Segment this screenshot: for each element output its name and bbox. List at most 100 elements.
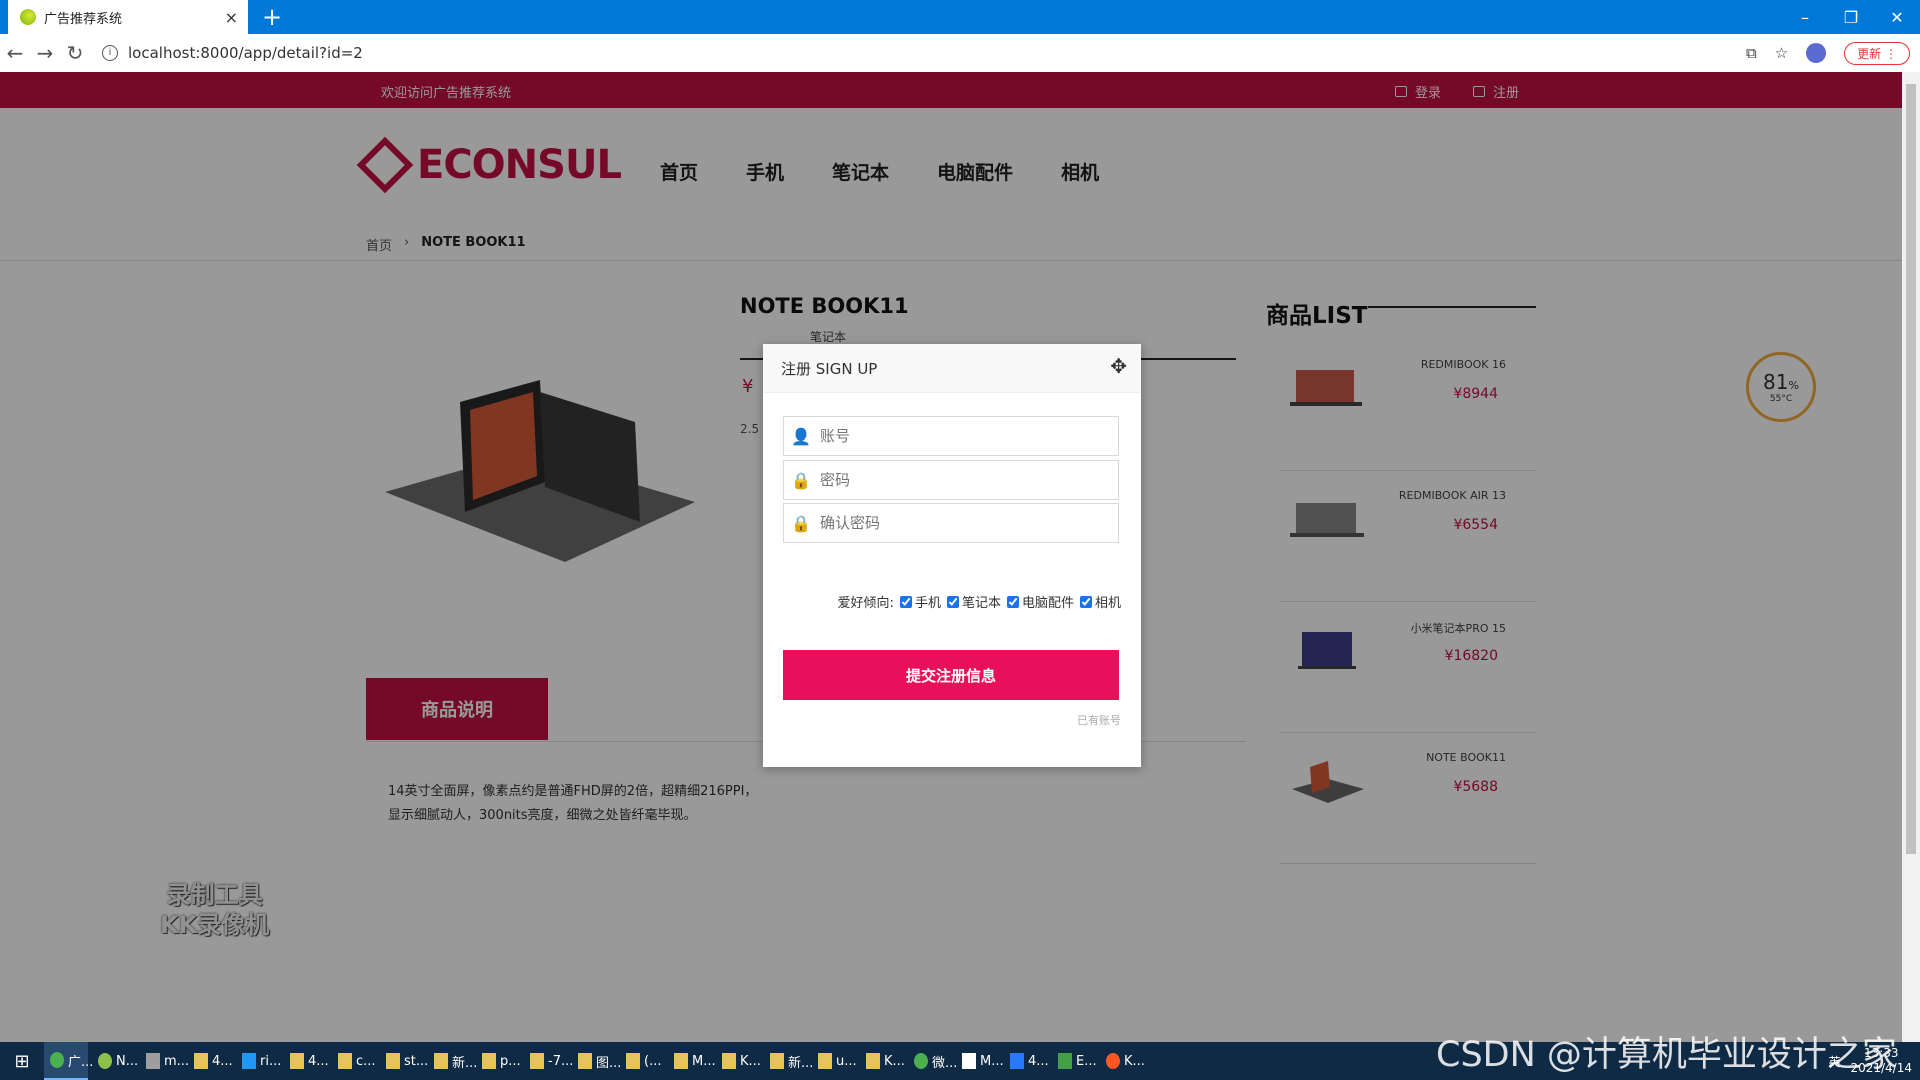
tab-close-icon[interactable]: × <box>225 8 238 27</box>
browser-titlebar: 广告推荐系统 × + – ❐ ✕ <box>0 0 1920 34</box>
confirm-password-field[interactable]: 🔒 <box>783 503 1119 543</box>
taskbar-item[interactable]: 新... <box>428 1042 477 1080</box>
taskbar-item[interactable]: N... <box>92 1042 139 1080</box>
excel-icon <box>1058 1053 1072 1069</box>
scrollbar-thumb[interactable] <box>1906 84 1916 854</box>
app-icon <box>146 1053 160 1069</box>
vscode-icon <box>1010 1053 1024 1069</box>
browser-tab[interactable]: 广告推荐系统 × <box>8 0 248 34</box>
prefs-label: 爱好倾向: <box>837 596 894 611</box>
taskbar-item[interactable]: 微... <box>908 1042 957 1080</box>
reload-icon[interactable]: ↻ <box>60 41 90 65</box>
folder-icon <box>722 1053 736 1069</box>
translate-icon[interactable]: ⧉ <box>1746 44 1757 62</box>
folder-icon <box>482 1053 496 1069</box>
chrome-icon <box>50 1052 64 1068</box>
taskbar-label: m... <box>164 1053 190 1069</box>
windows-start-icon[interactable]: ⊞ <box>0 1042 44 1080</box>
url-text[interactable]: localhost:8000/app/detail?id=2 <box>128 44 363 62</box>
taskbar-item[interactable]: c... <box>332 1042 376 1080</box>
taskbar-item[interactable]: ri... <box>236 1042 282 1080</box>
folder-icon <box>530 1053 544 1069</box>
page-scrollbar[interactable] <box>1902 72 1920 1042</box>
leaf-favicon-icon <box>20 9 36 25</box>
taskbar-item[interactable]: 4... <box>284 1042 329 1080</box>
move-icon[interactable]: ✥ <box>1110 354 1127 378</box>
taskbar-label: 4... <box>1028 1053 1049 1069</box>
forward-arrow-icon[interactable]: → <box>30 41 60 65</box>
pref-phone-checkbox[interactable] <box>899 595 912 608</box>
pref-accessories-checkbox[interactable] <box>1006 595 1019 608</box>
update-button[interactable]: 更新 ⋮ <box>1844 41 1910 65</box>
taskbar-item[interactable]: u... <box>812 1042 857 1080</box>
taskbar-label: K... <box>884 1053 905 1069</box>
preferences-group: 爱好倾向: 手机 笔记本 电脑配件 相机 <box>838 592 1121 611</box>
folder-icon <box>194 1053 208 1069</box>
taskbar-item[interactable]: 图... <box>572 1042 621 1080</box>
address-bar-actions: ⧉ ☆ 更新 ⋮ <box>1746 41 1910 65</box>
pref-phone-label: 手机 <box>914 596 941 611</box>
taskbar-label: 微... <box>932 1055 958 1071</box>
submit-signup-button[interactable]: 提交注册信息 <box>783 650 1119 700</box>
info-icon[interactable]: i <box>102 45 118 61</box>
url-field[interactable]: i localhost:8000/app/detail?id=2 <box>102 39 1746 67</box>
taskbar-label: c... <box>356 1053 376 1069</box>
have-account-link[interactable]: 已有账号 <box>1077 712 1121 728</box>
taskbar-item[interactable]: st... <box>380 1042 428 1080</box>
tab-title: 广告推荐系统 <box>44 11 123 27</box>
new-tab-button[interactable]: + <box>262 3 282 31</box>
folder-icon <box>434 1053 448 1069</box>
taskbar-label: K... <box>1124 1053 1145 1069</box>
confirm-password-input[interactable] <box>818 513 1118 533</box>
back-arrow-icon[interactable]: ← <box>0 41 30 65</box>
account-input[interactable] <box>818 426 1118 446</box>
signup-modal: 注册 SIGN UP ✥ 👤 🔒 🔒 爱好倾向: 手机 笔记本 电脑配件 相机 … <box>763 344 1141 767</box>
taskbar-item[interactable]: 4... <box>188 1042 233 1080</box>
taskbar-item[interactable]: M... <box>956 1042 1004 1080</box>
taskbar-label: 4... <box>212 1053 233 1069</box>
folder-icon <box>818 1053 832 1069</box>
modal-title: 注册 SIGN UP <box>781 359 878 378</box>
folder-icon <box>386 1053 400 1069</box>
taskbar-item[interactable]: E... <box>1052 1042 1097 1080</box>
taskbar-label: E... <box>1076 1053 1097 1069</box>
taskbar-item[interactable]: K... <box>1100 1042 1145 1080</box>
taskbar-item[interactable]: 4... <box>1004 1042 1049 1080</box>
taskbar-label: st... <box>404 1053 429 1069</box>
taskbar-item[interactable]: K... <box>716 1042 761 1080</box>
app-icon <box>242 1053 256 1069</box>
taskbar-label: 广... <box>68 1054 94 1070</box>
folder-icon <box>626 1053 640 1069</box>
close-window-button[interactable]: ✕ <box>1874 8 1920 27</box>
password-field[interactable]: 🔒 <box>783 460 1119 500</box>
csdn-watermark: CSDN @计算机毕业设计之家 <box>1436 1035 1897 1075</box>
taskbar-label: N... <box>116 1053 139 1069</box>
account-field[interactable]: 👤 <box>783 416 1119 456</box>
taskbar-label: u... <box>836 1053 857 1069</box>
pref-notebook-label: 笔记本 <box>961 596 1001 611</box>
taskbar-item[interactable]: 广... <box>44 1042 93 1080</box>
restore-button[interactable]: ❐ <box>1828 8 1874 27</box>
profile-avatar[interactable] <box>1806 43 1827 63</box>
password-input[interactable] <box>818 470 1118 490</box>
app-icon <box>962 1053 976 1069</box>
star-icon[interactable]: ☆ <box>1775 44 1788 62</box>
taskbar-item[interactable]: K... <box>860 1042 905 1080</box>
taskbar-item[interactable]: -7... <box>524 1042 573 1080</box>
taskbar-label: -7... <box>548 1053 574 1069</box>
taskbar-label: ri... <box>260 1053 282 1069</box>
taskbar-item[interactable]: p... <box>476 1042 521 1080</box>
taskbar-item[interactable]: (... <box>620 1042 664 1080</box>
pref-notebook-checkbox[interactable] <box>946 595 959 608</box>
pref-camera-label: 相机 <box>1094 596 1121 611</box>
app-icon <box>1106 1053 1120 1069</box>
taskbar-item[interactable]: 新... <box>764 1042 813 1080</box>
taskbar-label: 4... <box>308 1053 329 1069</box>
taskbar-label: (... <box>644 1053 662 1069</box>
taskbar-item[interactable]: m... <box>140 1042 189 1080</box>
minimize-button[interactable]: – <box>1782 8 1828 27</box>
lock-icon: 🔒 <box>791 470 811 490</box>
pref-camera-checkbox[interactable] <box>1079 595 1092 608</box>
pref-accessories-label: 电脑配件 <box>1021 596 1074 611</box>
taskbar-item[interactable]: M... <box>668 1042 716 1080</box>
